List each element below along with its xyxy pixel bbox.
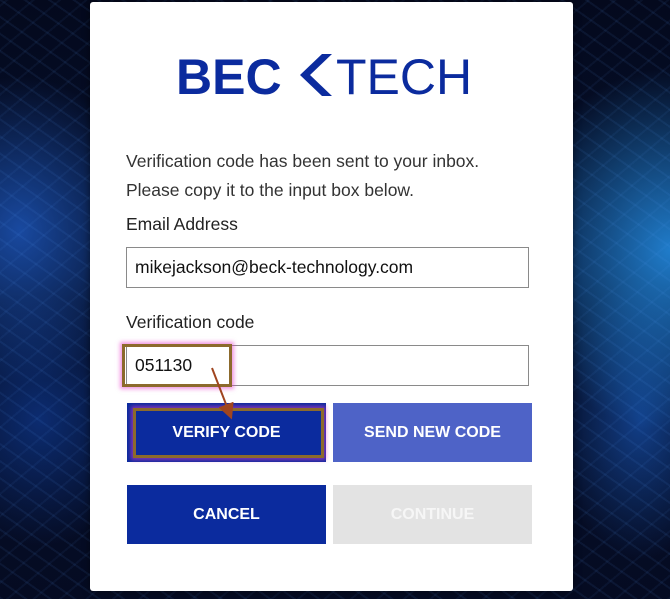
cancel-button[interactable]: CANCEL [127, 485, 326, 544]
left-chevron-icon [300, 54, 332, 96]
verification-card: BEC TECH Verification code has been sent… [90, 2, 573, 591]
instruction-line-2: Please copy it to the input box below. [126, 180, 414, 200]
continue-button[interactable]: CONTINUE [333, 485, 532, 544]
verification-code-label: Verification code [126, 312, 255, 332]
send-new-code-button[interactable]: SEND NEW CODE [333, 403, 532, 462]
verification-code-field[interactable] [126, 345, 529, 386]
beck-tech-logo: BEC TECH [176, 50, 472, 100]
verify-code-button[interactable]: VERIFY CODE [127, 403, 326, 462]
logo-bold-text: BEC [176, 50, 282, 100]
email-label: Email Address [126, 214, 238, 234]
email-field[interactable] [126, 247, 529, 288]
logo-light-text: TECH [336, 50, 472, 100]
instruction-line-1: Verification code has been sent to your … [126, 151, 480, 171]
instruction-message: Verification code has been sent to your … [126, 147, 546, 205]
